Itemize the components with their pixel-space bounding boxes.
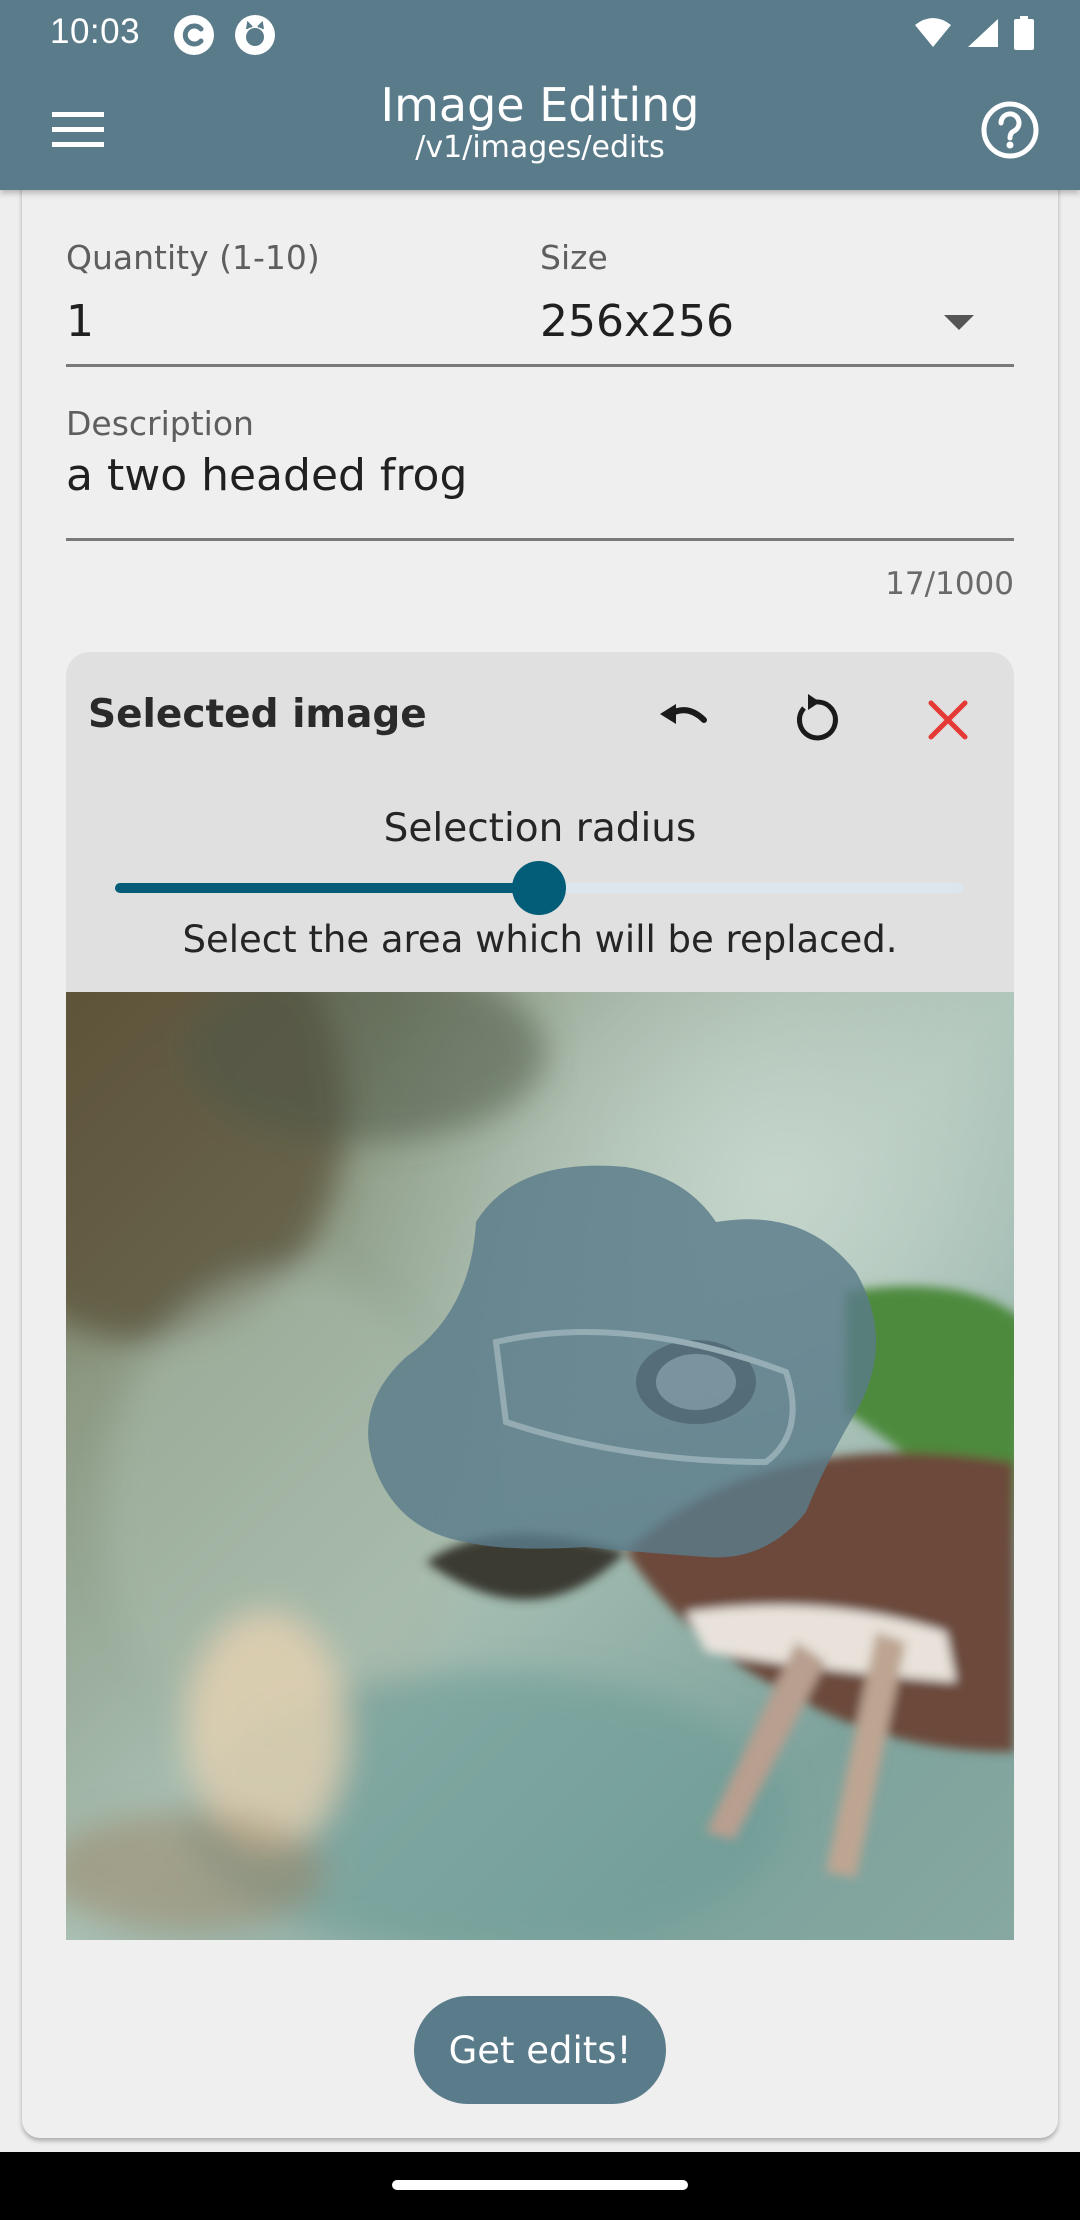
close-icon[interactable]: [908, 680, 988, 760]
frog-photo[interactable]: [66, 992, 1014, 1940]
get-edits-button[interactable]: Get edits!: [414, 1996, 666, 2104]
status-bar: 10:03: [0, 0, 1080, 66]
selection-radius-slider[interactable]: [115, 861, 963, 915]
quantity-label: Quantity (1-10): [66, 238, 320, 277]
selected-image-title: Selected image: [88, 692, 427, 737]
reset-icon[interactable]: [776, 680, 856, 760]
page-subtitle: /v1/images/edits: [415, 129, 665, 165]
quantity-input[interactable]: 1: [66, 296, 94, 347]
selection-hint: Select the area which will be replaced.: [182, 918, 898, 961]
undo-icon[interactable]: [644, 680, 724, 760]
wifi-icon: [915, 18, 951, 47]
size-dropdown[interactable]: 256x256: [540, 296, 734, 347]
description-input[interactable]: a two headed frog: [66, 450, 467, 501]
editable-image[interactable]: [66, 992, 1014, 1940]
github-icon: [235, 15, 275, 55]
battery-icon: [1014, 16, 1034, 50]
app-bar: 10:03 Image Editing /v1/images/edits: [0, 0, 1080, 190]
signal-icon: [968, 19, 998, 47]
help-circle-icon[interactable]: [978, 98, 1042, 162]
description-char-counter: 17/1000: [885, 566, 1014, 602]
status-time: 10:03: [50, 12, 141, 51]
home-gesture-handle[interactable]: [392, 2180, 688, 2190]
size-underline: [540, 364, 1014, 367]
hamburger-menu-icon[interactable]: [40, 100, 116, 160]
selection-radius-label: Selection radius: [383, 806, 697, 851]
description-underline: [66, 538, 1014, 541]
slider-fill: [115, 883, 539, 893]
size-label: Size: [540, 238, 608, 277]
description-label: Description: [66, 404, 254, 443]
chevron-down-icon[interactable]: [944, 315, 974, 330]
status-icons: [914, 16, 1034, 50]
slider-thumb[interactable]: [512, 861, 566, 915]
quantity-underline: [66, 364, 540, 367]
page-title: Image Editing: [380, 78, 700, 132]
app-bar-title-group: Image Editing /v1/images/edits: [240, 80, 840, 165]
app-notification-icon: [174, 15, 214, 55]
